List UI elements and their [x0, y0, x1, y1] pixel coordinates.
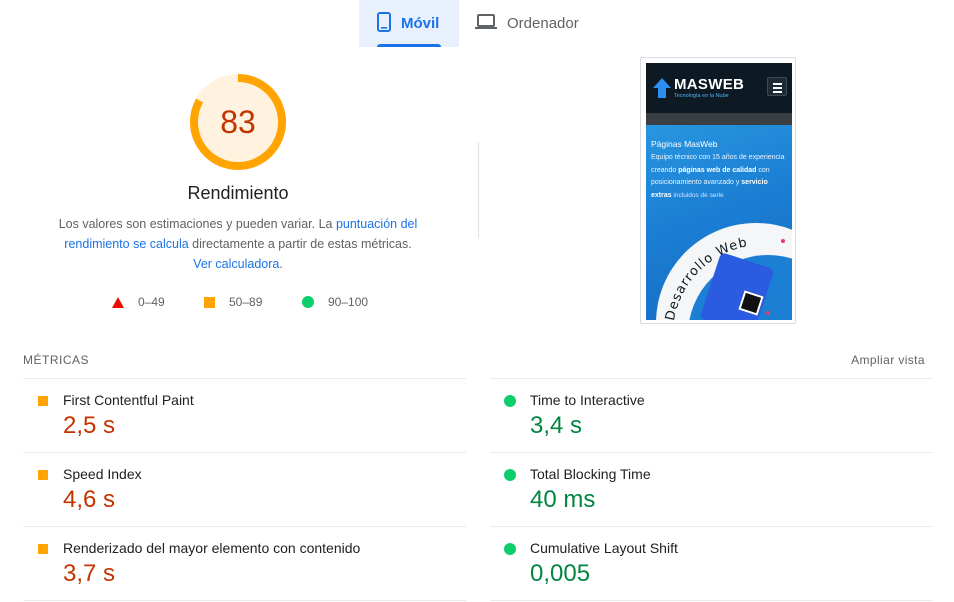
score-legend: 0–49 50–89 90–100: [112, 295, 368, 309]
legend-fail-range: 0–49: [138, 295, 165, 309]
square-icon: [204, 296, 215, 308]
vertical-divider: [478, 142, 479, 238]
tab-desktop-label: Ordenador: [507, 15, 579, 32]
legend-average: 50–89: [204, 295, 302, 309]
site-band: [646, 113, 792, 125]
gauge-description: Los valores son estimaciones y pueden va…: [58, 214, 418, 274]
metric-value: 3,4 s: [530, 412, 583, 439]
page-screenshot: MASWEB Tecnología en la Nube Páginas Mas…: [640, 57, 796, 324]
site-text-e: incluidos de serie: [671, 191, 724, 199]
metric-name: Cumulative Layout Shift: [530, 540, 678, 556]
metric-cls: Cumulative Layout Shift 0,005: [490, 526, 933, 600]
site-text-b: páginas web de calidad: [678, 166, 757, 174]
site-paragraph: Equipo técnico con 15 años de experienci…: [651, 152, 789, 202]
metrics-column-left: First Contentful Paint 2,5 s Speed Index…: [23, 378, 466, 601]
desc-text-1: Los valores son estimaciones y pueden va…: [58, 217, 336, 231]
square-icon: [38, 470, 48, 480]
metric-value: 40 ms: [530, 486, 596, 513]
site-tagline: Tecnología en la Nube: [674, 93, 729, 99]
metrics-divider: [490, 600, 933, 601]
legend-pass-range: 90–100: [328, 295, 369, 309]
circle-icon: [504, 395, 516, 407]
square-icon: [38, 396, 48, 406]
metric-lcp: Renderizado del mayor elemento con conte…: [23, 526, 466, 600]
svg-text:Desarrollo Web: Desarrollo Web: [663, 235, 749, 320]
triangle-icon: [112, 296, 124, 308]
metrics-title: Métricas: [23, 353, 90, 367]
metrics-header: Métricas Ampliar vista: [23, 353, 925, 367]
site-header: MASWEB Tecnología en la Nube: [646, 63, 792, 113]
circle-icon: [302, 296, 314, 308]
metrics-column-right: Time to Interactive 3,4 s Total Blocking…: [490, 378, 933, 601]
metric-value: 3,7 s: [63, 560, 116, 587]
gauge-title: Rendimiento: [187, 183, 289, 203]
metrics-divider: [23, 600, 466, 601]
circle-icon: [504, 543, 516, 555]
metric-name: First Contentful Paint: [63, 392, 194, 408]
metric-name: Total Blocking Time: [530, 466, 651, 482]
logo-icon: [653, 78, 671, 98]
metric-name: Time to Interactive: [530, 392, 645, 408]
metric-fcp: First Contentful Paint 2,5 s: [23, 378, 466, 452]
site-curved-text: Desarrollo Web: [663, 235, 749, 320]
metric-value: 0,005: [530, 560, 591, 587]
smartphone-icon: [377, 11, 391, 36]
square-icon: [38, 544, 48, 554]
expand-view-toggle[interactable]: Ampliar vista: [851, 353, 925, 367]
laptop-icon: [475, 13, 497, 34]
metric-value: 4,6 s: [63, 486, 116, 513]
hamburger-menu-icon: [767, 77, 787, 96]
metric-tti: Time to Interactive 3,4 s: [490, 378, 933, 452]
legend-pass: 90–100: [302, 295, 368, 309]
site-brand: MASWEB: [674, 76, 745, 93]
curved-text: Desarrollo Web: [663, 235, 748, 320]
metric-name: Speed Index: [63, 466, 142, 482]
calculator-link[interactable]: Ver calculadora: [193, 257, 279, 271]
desc-text-3: .: [279, 257, 283, 271]
desc-text-2: directamente a partir de estas métricas.: [188, 237, 412, 251]
site-heading: Páginas MasWeb: [651, 139, 718, 149]
legend-average-range: 50–89: [229, 295, 263, 309]
tab-mobile-label: Móvil: [401, 15, 440, 32]
performance-gauge: 83: [188, 72, 288, 172]
tab-mobile[interactable]: Móvil: [359, 0, 459, 47]
tab-desktop[interactable]: Ordenador: [459, 0, 597, 47]
metric-tbt: Total Blocking Time 40 ms: [490, 452, 933, 526]
metric-name: Renderizado del mayor elemento con conte…: [63, 540, 361, 556]
circle-icon: [504, 469, 516, 481]
legend-fail: 0–49: [112, 295, 204, 309]
active-tab-indicator: [377, 44, 441, 47]
screenshot-content: MASWEB Tecnología en la Nube Páginas Mas…: [646, 63, 792, 320]
metric-speed-index: Speed Index 4,6 s: [23, 452, 466, 526]
performance-score: 83: [220, 103, 256, 140]
device-tabs: Móvil Ordenador: [359, 0, 597, 47]
metric-value: 2,5 s: [63, 412, 116, 439]
